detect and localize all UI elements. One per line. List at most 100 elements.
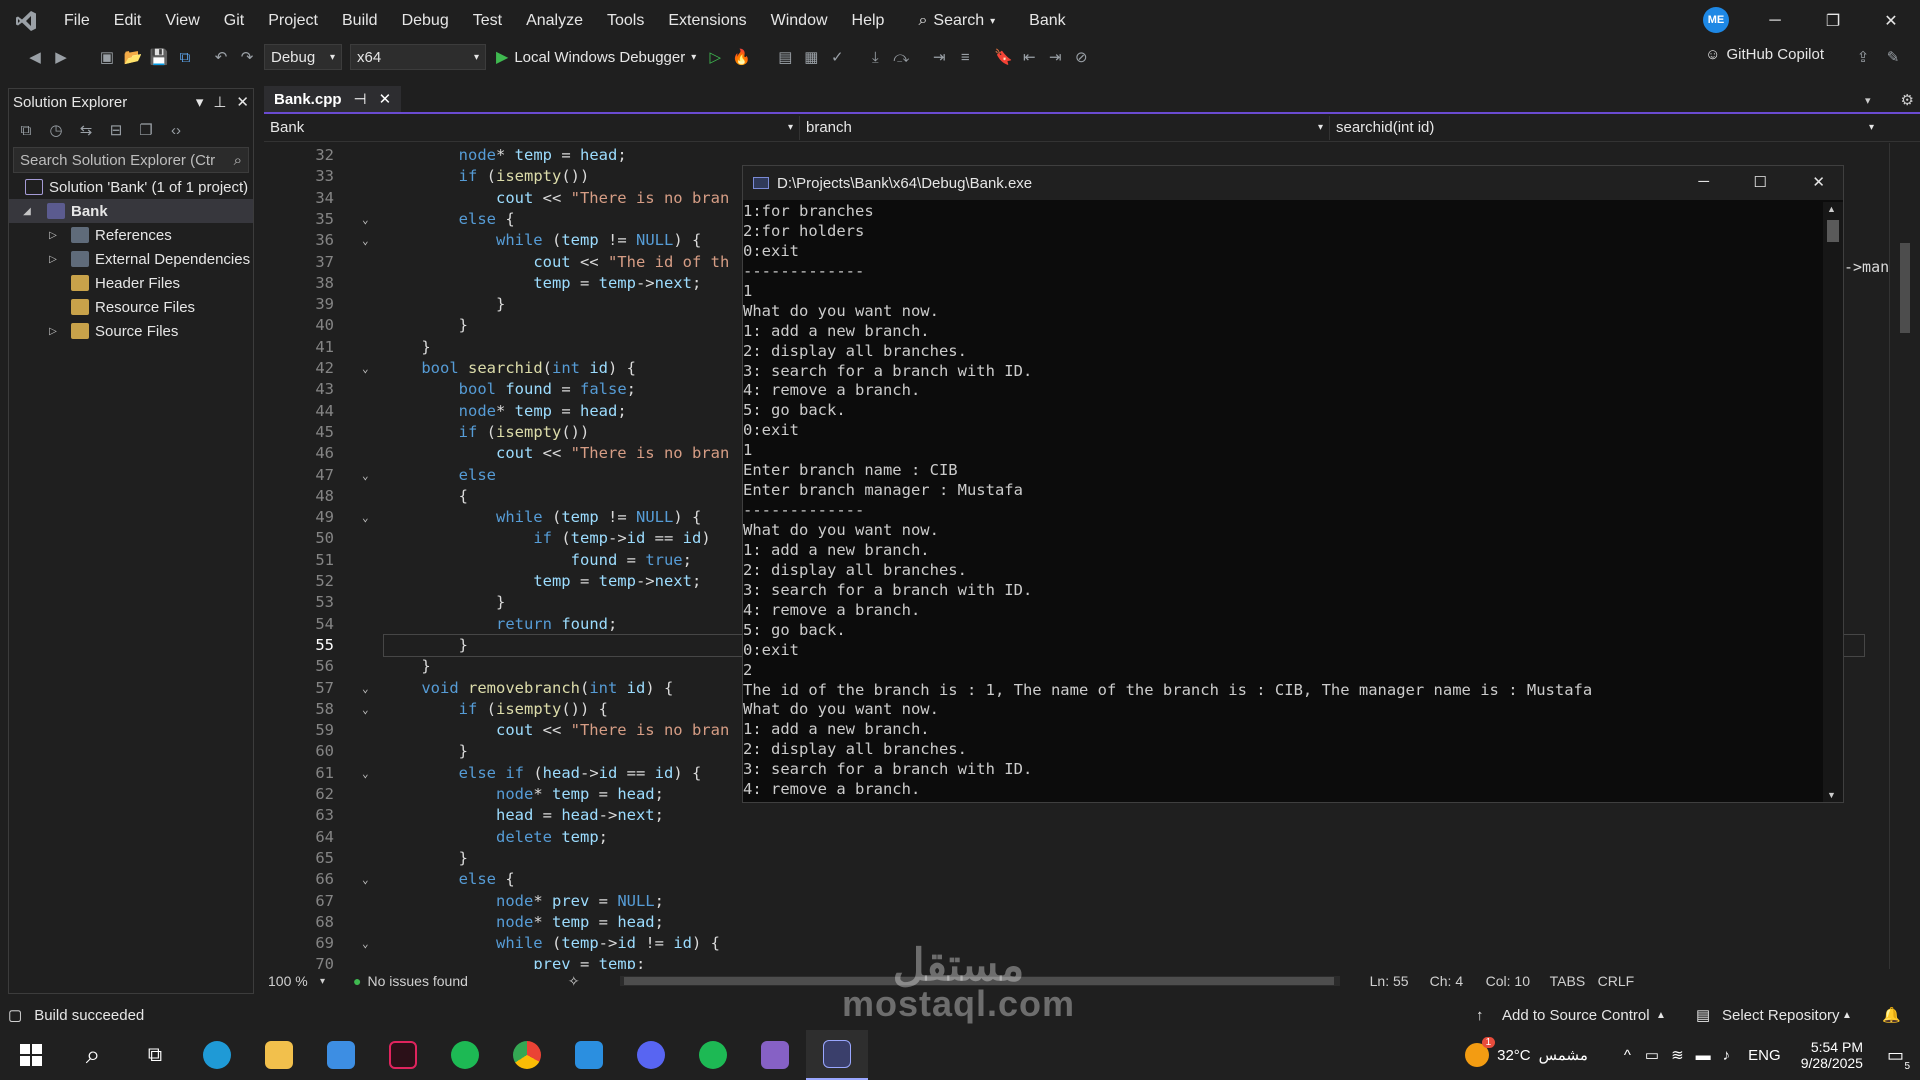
menu-window[interactable]: Window [759, 0, 840, 42]
step-into-icon[interactable]: ⤓ [862, 45, 888, 69]
hot-reload-icon[interactable]: 🔥 [728, 45, 754, 69]
close-icon[interactable]: ✕ [236, 93, 249, 111]
vertical-scrollbar[interactable] [1889, 143, 1917, 969]
collapsed-arrow-icon[interactable]: ▷ [45, 254, 61, 265]
fold-toggle-icon[interactable]: ⌄ [362, 699, 369, 720]
switch-views-icon[interactable]: ⧉ [13, 118, 39, 142]
mail-icon[interactable] [310, 1030, 372, 1080]
prev-bookmark-icon[interactable]: ⇤ [1016, 45, 1042, 69]
menu-project[interactable]: Project [256, 0, 330, 42]
fold-toggle-icon[interactable]: ⌄ [362, 933, 369, 954]
tree-item-resource-files[interactable]: Resource Files [9, 295, 253, 319]
menu-tools[interactable]: Tools [595, 0, 656, 42]
next-bookmark-icon[interactable]: ⇥ [1042, 45, 1068, 69]
show-all-files-icon[interactable]: ❐ [133, 118, 159, 142]
tree-project[interactable]: ◢ Bank [9, 199, 253, 223]
code-view-icon[interactable]: ‹› [163, 118, 189, 142]
pin-icon[interactable]: ⊣ [354, 90, 367, 108]
zoom-level[interactable]: 100 % [268, 973, 320, 989]
notifications-icon[interactable]: 🔔 [1882, 1006, 1901, 1024]
history-icon[interactable]: ◷ [43, 118, 69, 142]
menu-help[interactable]: Help [840, 0, 897, 42]
cleanup-icon[interactable]: ✧ [568, 973, 580, 990]
comment-icon[interactable]: ≡ [952, 45, 978, 69]
share-icon[interactable]: ⇪ [1850, 45, 1876, 69]
panel-options-icon[interactable]: ▾ [196, 93, 204, 111]
discord-icon[interactable] [620, 1030, 682, 1080]
menu-file[interactable]: File [52, 0, 102, 42]
code-line[interactable]: 32 node* temp = head; [264, 145, 1884, 166]
layout-icon[interactable]: ▦ [798, 45, 824, 69]
fold-toggle-icon[interactable]: ⌄ [362, 358, 369, 379]
start-without-debugging-icon[interactable]: ▷ [702, 45, 728, 69]
close-button[interactable]: ✕ [1812, 173, 1825, 191]
add-to-source-control[interactable]: Add to Source Control [1502, 1007, 1650, 1024]
console-window[interactable]: D:\Projects\Bank\x64\Debug\Bank.exe ─ ☐ … [742, 165, 1844, 803]
volume-icon[interactable]: ♪ [1723, 1047, 1731, 1064]
fold-toggle-icon[interactable]: ⌄ [362, 230, 369, 251]
output-icon[interactable]: ▢ [8, 1006, 22, 1024]
visual-studio-logo-icon[interactable] [0, 0, 52, 42]
code-line[interactable]: 64 delete temp; [264, 827, 1884, 848]
language-indicator[interactable]: ENG [1748, 1047, 1781, 1064]
weather-icon[interactable]: 1 [1465, 1037, 1496, 1067]
chrome-icon[interactable] [496, 1030, 558, 1080]
fold-toggle-icon[interactable]: ⌄ [362, 507, 369, 528]
redo-icon[interactable]: ↷ [234, 45, 260, 69]
expanded-arrow-icon[interactable]: ◢ [19, 206, 35, 217]
app-icon[interactable] [372, 1030, 434, 1080]
open-folder-icon[interactable]: 📂 [120, 45, 146, 69]
maximize-button[interactable]: ☐ [1754, 173, 1767, 191]
code-line[interactable]: 67 node* prev = NULL; [264, 891, 1884, 912]
scrollbar-thumb[interactable] [1900, 243, 1910, 333]
save-icon[interactable]: 💾 [146, 45, 172, 69]
pin-icon[interactable]: ⊥ [213, 93, 226, 111]
close-button[interactable]: ✕ [1862, 0, 1920, 42]
issues-status[interactable]: No issues found [368, 973, 468, 989]
visual-studio-icon[interactable] [744, 1030, 806, 1080]
collapsed-arrow-icon[interactable]: ▷ [45, 326, 61, 337]
collapse-all-icon[interactable]: ⊟ [103, 118, 129, 142]
wifi-icon[interactable]: ≋ [1671, 1046, 1684, 1064]
edge-icon[interactable] [186, 1030, 248, 1080]
menu-build[interactable]: Build [330, 0, 390, 42]
console-scrollbar[interactable]: ▲ ▼ [1823, 202, 1843, 802]
minimize-button[interactable]: ─ [1698, 173, 1709, 190]
settings-icon[interactable]: ⚙ [1901, 91, 1914, 109]
restore-button[interactable]: ❐ [1804, 0, 1862, 42]
scroll-up-icon[interactable]: ▲ [1827, 204, 1836, 214]
indent-mode[interactable]: TABS [1550, 973, 1598, 989]
menu-view[interactable]: View [153, 0, 211, 42]
scrollbar-thumb[interactable] [1827, 220, 1839, 242]
github-copilot-button[interactable]: ☺ GitHub Copilot [1705, 46, 1824, 63]
fold-toggle-icon[interactable]: ⌄ [362, 678, 369, 699]
platform-dropdown[interactable]: x64 ▾ [350, 44, 486, 70]
line-endings[interactable]: CRLF [1598, 973, 1646, 989]
tree-item-references[interactable]: ▷ References [9, 223, 253, 247]
code-line[interactable]: 68 node* temp = head; [264, 912, 1884, 933]
tree-item-source-files[interactable]: ▷ Source Files [9, 319, 253, 343]
select-repository[interactable]: Select Repository [1722, 1007, 1840, 1024]
scroll-down-icon[interactable]: ▼ [1827, 790, 1836, 800]
code-line[interactable]: 63 head = head->next; [264, 805, 1884, 826]
tab-overflow-icon[interactable]: ▾ [1865, 94, 1871, 107]
spotify-icon[interactable] [434, 1030, 496, 1080]
spotify-icon[interactable] [682, 1030, 744, 1080]
menu-git[interactable]: Git [212, 0, 256, 42]
minimize-button[interactable]: ─ [1746, 0, 1804, 42]
undo-icon[interactable]: ↶ [208, 45, 234, 69]
battery-icon[interactable]: ▬ [1696, 1047, 1711, 1064]
back-icon[interactable]: ◀ [22, 45, 48, 69]
menu-edit[interactable]: Edit [102, 0, 154, 42]
chevron-down-icon[interactable]: ▾ [320, 976, 325, 987]
class-dropdown[interactable]: branch ▾ [800, 115, 1330, 140]
close-tab-icon[interactable]: ✕ [379, 90, 392, 108]
fold-toggle-icon[interactable]: ⌄ [362, 869, 369, 890]
fold-toggle-icon[interactable]: ⌄ [362, 763, 369, 784]
configuration-dropdown[interactable]: Debug ▾ [264, 44, 342, 70]
start-button[interactable] [0, 1030, 62, 1080]
notification-center-icon[interactable]: ▭ 5 [1887, 1045, 1910, 1072]
solution-explorer-search-input[interactable]: Search Solution Explorer (Ctr ⌕ [13, 147, 249, 173]
search-icon[interactable]: ⌕ [62, 1030, 124, 1080]
code-line[interactable]: 65 } [264, 848, 1884, 869]
